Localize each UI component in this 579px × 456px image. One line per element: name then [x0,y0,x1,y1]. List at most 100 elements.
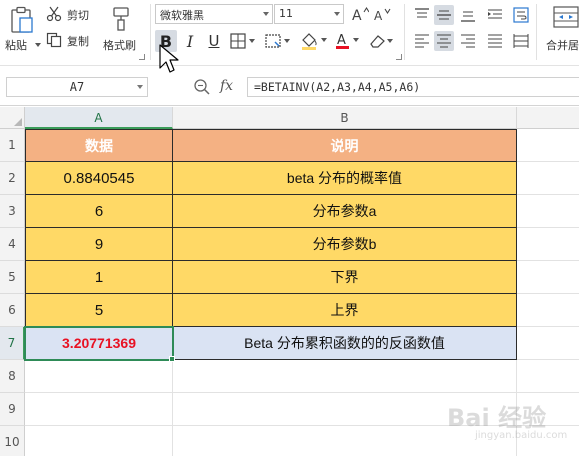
row-header-6[interactable]: 6 [0,294,25,327]
fx-button[interactable]: fx [220,78,233,94]
column-header-empty[interactable] [517,107,579,129]
align-left-button[interactable] [412,31,432,51]
cell-b4[interactable]: 分布参数b [173,228,517,261]
cell-a10[interactable] [25,426,173,456]
align-middle-icon [437,10,451,20]
wrap-text-button[interactable] [511,5,531,25]
font-size-select[interactable]: 11 [274,4,344,24]
paste-button[interactable]: 粘贴 [4,2,44,62]
cell-a1[interactable]: 数据 [25,129,173,162]
gridline [517,194,579,195]
fill-handle[interactable] [169,356,175,362]
cell-b3[interactable]: 分布参数a [173,195,517,228]
zoom-icon[interactable] [193,78,211,96]
clear-format-button[interactable] [367,31,395,51]
justify-icon [488,34,502,48]
cell-a7[interactable]: 3.20771369 [25,327,173,360]
clipboard-group-launcher-icon[interactable] [139,54,145,60]
gridline [517,293,579,294]
paste-icon [11,6,33,33]
align-top-button[interactable] [412,5,432,25]
column-header-b[interactable]: B [173,107,517,129]
cell-b5[interactable]: 下界 [173,261,517,294]
align-right-button[interactable] [458,31,478,51]
justify-button[interactable] [485,31,505,51]
table-style-icon [265,34,290,48]
svg-text:A: A [337,33,346,48]
row-header-1[interactable]: 1 [0,129,25,162]
merge-center-label: 合并居 [546,39,579,52]
row-header-5[interactable]: 5 [0,261,25,294]
gridline [517,392,579,393]
font-shrink-icon: A [374,8,391,22]
indent-icon [488,9,502,19]
borders-button[interactable] [229,31,257,51]
font-name-select[interactable]: 微软雅黑 [155,4,273,24]
distributed-align-icon [513,34,529,48]
cell-a2[interactable]: 0.8840545 [25,162,173,195]
select-all-corner[interactable] [0,107,25,129]
distributed-align-button[interactable] [511,31,531,51]
align-top-icon [415,8,429,18]
cut-button[interactable]: 剪切 [46,5,98,23]
cell-b1[interactable]: 说明 [173,129,517,162]
gridline [517,227,579,228]
mouse-pointer-icon [159,44,179,73]
copy-icon [46,32,62,48]
svg-text:A: A [374,9,383,22]
cell-b6[interactable]: 上界 [173,294,517,327]
italic-glyph: I [186,31,194,51]
cell-b2[interactable]: beta 分布的概率值 [173,162,517,195]
italic-button[interactable]: I [180,31,200,51]
align-middle-button[interactable] [434,5,454,25]
underline-glyph: U [208,32,220,50]
row-header-8[interactable]: 8 [0,360,25,393]
increase-font-button[interactable]: A [350,4,370,24]
merge-center-button[interactable]: 合并居 [540,2,579,62]
name-box[interactable]: A7 [6,77,148,97]
row-header-9[interactable]: 9 [0,393,25,426]
cell-a5[interactable]: 1 [25,261,173,294]
fill-color-button[interactable] [299,31,329,51]
group-divider [150,4,151,60]
row-header-2[interactable]: 2 [0,162,25,195]
format-painter-button[interactable]: 格式刷 [101,2,143,62]
decrease-font-button[interactable]: A [372,4,392,24]
name-box-value: A7 [69,80,85,94]
font-name-value: 微软雅黑 [160,9,204,22]
font-color-button[interactable]: A [334,31,362,51]
row-header-7[interactable]: 7 [0,327,25,360]
cell-b8[interactable] [173,360,517,393]
format-painter-label: 格式刷 [103,39,136,52]
cell-a4[interactable]: 9 [25,228,173,261]
column-header-a[interactable]: A [25,107,173,129]
copy-button[interactable]: 复制 [46,31,98,49]
underline-button[interactable]: U [204,31,224,51]
cell-a9[interactable] [25,393,173,426]
indent-button[interactable] [485,5,505,25]
cell-a8[interactable] [25,360,173,393]
row-header-4[interactable]: 4 [0,228,25,261]
cell-style-button[interactable] [264,31,292,51]
chevron-down-icon [263,12,269,16]
paint-bucket-icon [302,33,327,50]
paste-dropdown-arrow[interactable] [35,43,41,47]
align-center-button[interactable] [434,31,454,51]
align-bottom-button[interactable] [458,5,478,25]
chevron-down-icon [137,85,143,89]
cell-a3[interactable]: 6 [25,195,173,228]
gridline [517,359,579,360]
row-header-10[interactable]: 10 [0,426,25,456]
cell-b7[interactable]: Beta 分布累积函数的的反函数值 [173,327,517,360]
watermark-url: jingyan.baidu.com [475,430,568,441]
formula-input[interactable]: =BETAINV(A2,A3,A4,A5,A6) [247,77,579,97]
paste-label: 粘贴 [5,39,27,52]
border-grid-icon [230,33,255,49]
format-painter-icon [113,7,129,31]
row-header-3[interactable]: 3 [0,195,25,228]
gridline [517,326,579,327]
copy-label: 复制 [67,35,89,48]
font-group-launcher-icon[interactable] [396,54,402,60]
cell-a6[interactable]: 5 [25,294,173,327]
font-color-icon: A [336,33,359,49]
